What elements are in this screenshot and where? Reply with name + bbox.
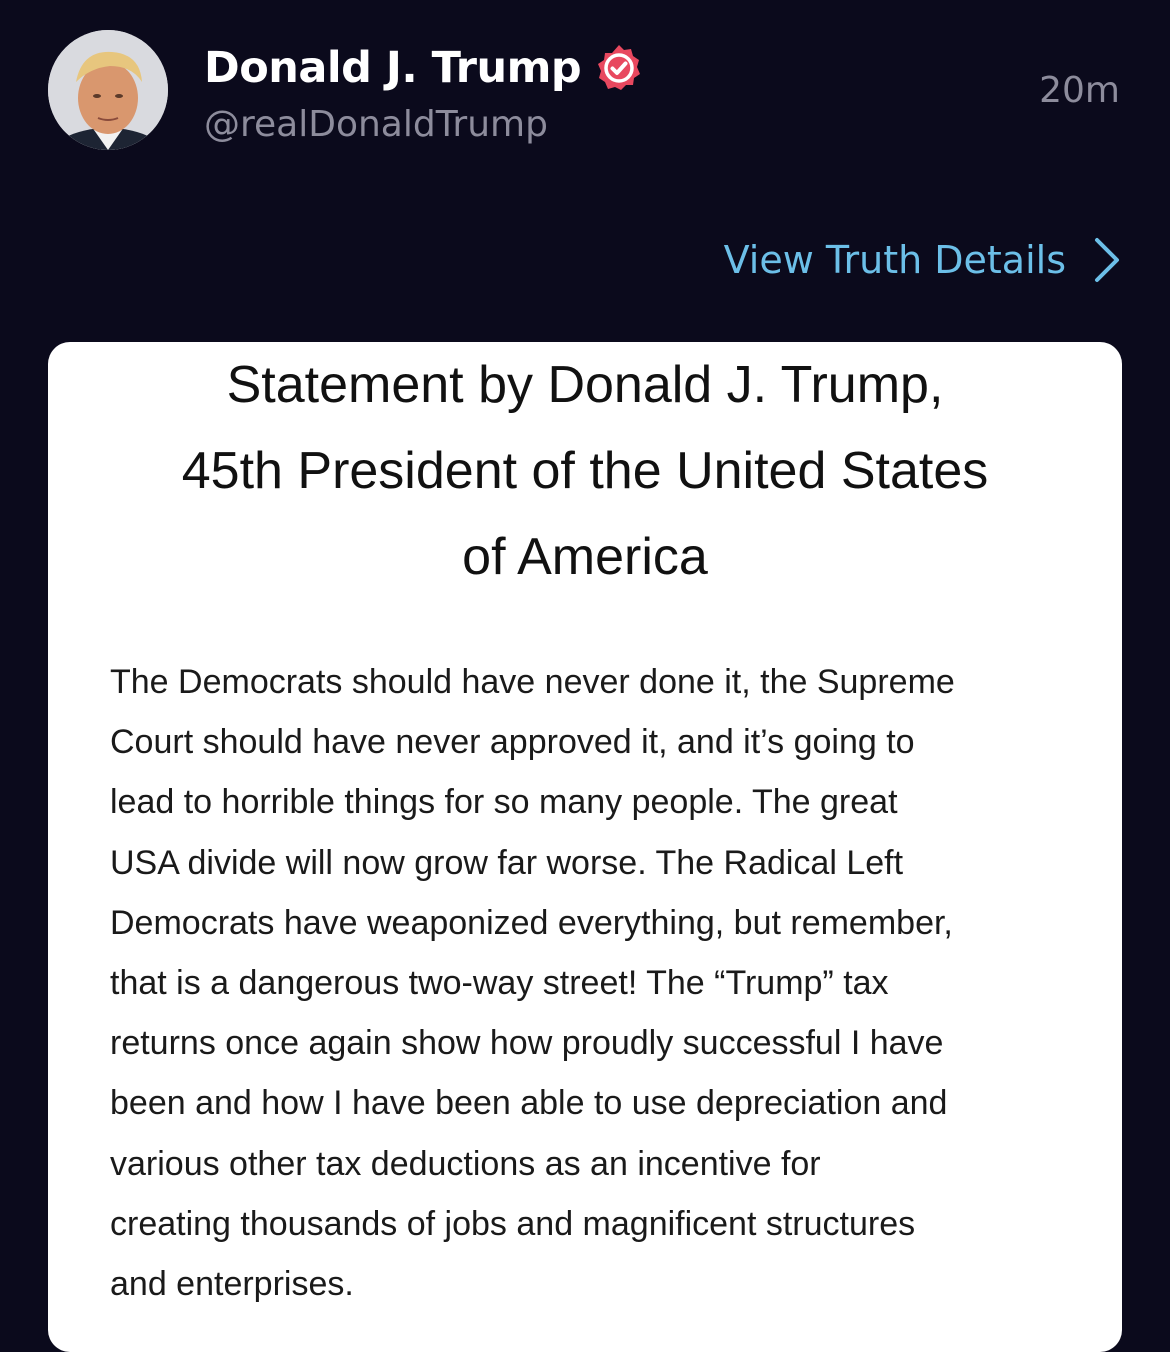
statement-body-line: that is a dangerous two-way street! The …	[110, 964, 889, 1003]
statement-image-card[interactable]: Statement by Donald J. Trump, 45th Presi…	[48, 342, 1122, 1352]
statement-title-line: 45th President of the United States	[181, 442, 989, 500]
profile-photo-icon	[48, 30, 168, 150]
statement-title: Statement by Donald J. Trump, 45th Presi…	[48, 342, 1122, 600]
statement-body-line: returns once again show how proudly succ…	[110, 1024, 944, 1063]
post-header: Donald J. Trump @realDonaldTrump 20m	[0, 0, 1170, 180]
statement-body-line: USA divide will now grow far worse. The …	[110, 843, 904, 882]
statement-title-line: Statement by Donald J. Trump,	[226, 356, 944, 414]
display-name[interactable]: Donald J. Trump	[204, 43, 582, 93]
statement-body-line: been and how I have been able to use dep…	[110, 1084, 948, 1123]
user-handle[interactable]: @realDonaldTrump	[204, 104, 548, 145]
display-name-row: Donald J. Trump	[204, 38, 645, 98]
statement-body-line: Court should have never approved it, and…	[110, 723, 915, 762]
chevron-right-icon	[1092, 236, 1122, 284]
post-timestamp: 20m	[1039, 70, 1120, 111]
view-truth-details-link[interactable]: View Truth Details	[724, 232, 1122, 288]
statement-body-line: The Democrats should have never done it,…	[110, 663, 955, 701]
statement-body-line: lead to horrible things for so many peop…	[110, 783, 898, 822]
statement-body-line: Democrats have weaponized everything, bu…	[110, 903, 953, 942]
statement-title-line: of America	[462, 528, 708, 586]
view-truth-details-label: View Truth Details	[723, 238, 1066, 282]
verified-badge-icon	[593, 42, 645, 94]
statement-body-line: and enterprises.	[110, 1265, 354, 1304]
statement-body: The Democrats should have never done it,…	[110, 652, 1090, 1314]
statement-body-line: various other tax deductions as an incen…	[110, 1144, 821, 1183]
statement-body-line: creating thousands of jobs and magnifice…	[110, 1204, 916, 1243]
avatar[interactable]	[48, 30, 168, 150]
